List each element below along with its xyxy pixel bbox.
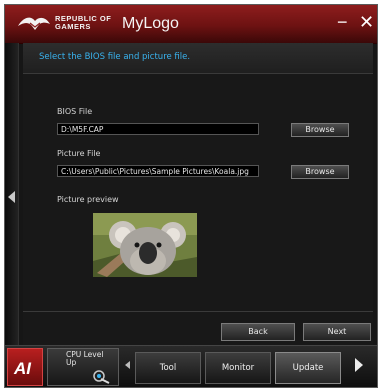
next-button[interactable]: Next xyxy=(303,323,371,341)
picture-preview-label: Picture preview xyxy=(57,195,119,204)
arrow-left-icon xyxy=(8,191,15,203)
minimize-button[interactable]: − xyxy=(337,13,348,31)
back-button[interactable]: Back xyxy=(221,323,295,341)
bios-browse-button[interactable]: Browse xyxy=(291,123,349,137)
ai-suite-button[interactable]: AI xyxy=(7,348,43,386)
picture-file-field[interactable]: C:\Users\Public\Pictures\Sample Pictures… xyxy=(57,165,259,177)
title-bar[interactable]: REPUBLIC OF GAMERS MyLogo − ✕ xyxy=(5,5,377,44)
bios-file-field[interactable]: D:\M5F.CAP xyxy=(57,123,259,135)
bottom-divider xyxy=(23,311,373,312)
brand-line-2: GAMERS xyxy=(55,22,91,31)
picture-file-label: Picture File xyxy=(57,149,101,158)
tab-tool[interactable]: Tool xyxy=(135,352,201,384)
dock-scroll-left-icon[interactable] xyxy=(125,361,130,369)
cpu-level-up-label: CPU Level Up xyxy=(66,350,104,367)
side-panel-toggle[interactable] xyxy=(5,43,19,347)
cpu-level-up-icon xyxy=(93,370,110,384)
bottom-dock: AI CPU Level Up Tool Monitor Update xyxy=(5,345,377,387)
instruction-bar: Select the BIOS file and picture file. xyxy=(23,43,373,74)
bios-file-label: BIOS File xyxy=(57,107,93,116)
instruction-text: Select the BIOS file and picture file. xyxy=(39,52,191,62)
koala-image xyxy=(93,213,197,277)
tab-monitor[interactable]: Monitor xyxy=(205,352,271,384)
tab-update[interactable]: Update xyxy=(275,352,341,384)
mylogo-panel: Select the BIOS file and picture file. B… xyxy=(23,43,373,347)
rog-logo-icon xyxy=(18,17,50,30)
app-title: MyLogo xyxy=(122,15,179,32)
picture-preview-image xyxy=(93,213,197,277)
picture-browse-button[interactable]: Browse xyxy=(291,165,349,179)
close-button[interactable]: ✕ xyxy=(359,13,374,31)
ai-logo: AI xyxy=(14,359,31,378)
app-window: REPUBLIC OF GAMERS MyLogo − ✕ Select the… xyxy=(4,4,378,388)
cpu-level-up-button[interactable]: CPU Level Up xyxy=(47,348,119,386)
dock-scroll-right-icon[interactable] xyxy=(355,358,363,372)
brand-text: REPUBLIC OF GAMERS xyxy=(55,15,111,31)
